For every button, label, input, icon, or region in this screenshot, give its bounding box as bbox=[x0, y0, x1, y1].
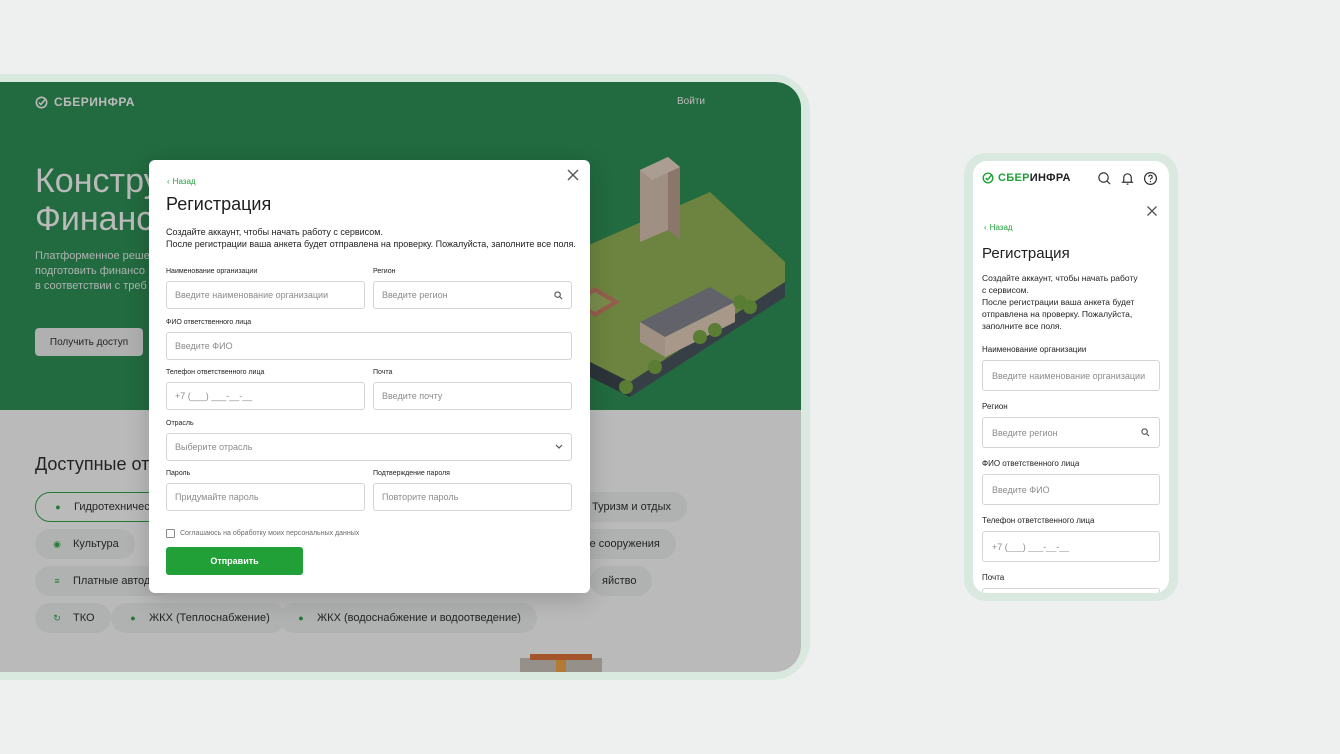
industry-label: Отрасль bbox=[166, 420, 194, 427]
consent-checkbox[interactable]: Соглашаюсь на обработку моих персональны… bbox=[166, 529, 359, 538]
chevron-left-icon: ‹ bbox=[984, 223, 987, 232]
back-label: Назад bbox=[172, 177, 196, 186]
industry-select[interactable]: Выберите отрасль bbox=[166, 433, 572, 461]
fio-input[interactable]: Введите ФИО bbox=[166, 332, 572, 360]
search-icon bbox=[554, 290, 563, 299]
back-link[interactable]: ‹ Назад bbox=[984, 223, 1013, 232]
help-icon[interactable] bbox=[1143, 171, 1158, 186]
mobile-header-icons bbox=[1097, 171, 1158, 186]
mobile-logo[interactable]: СБЕР ИНФРА bbox=[982, 172, 1071, 184]
bell-icon[interactable] bbox=[1120, 171, 1135, 186]
region-placeholder: Введите регион bbox=[382, 290, 448, 300]
email-label: Почта bbox=[373, 369, 393, 376]
email-input[interactable]: Введите почту bbox=[373, 382, 572, 410]
chevron-down-icon bbox=[555, 444, 563, 449]
mobile-screen: СБЕР ИНФРА ‹ Назад Регистрация Создайте ак… bbox=[973, 161, 1169, 593]
confirm-placeholder: Повторите пароль bbox=[382, 492, 459, 502]
password-label: Пароль bbox=[166, 470, 191, 477]
confirm-password-label: Подтверждение пароля bbox=[373, 470, 450, 477]
org-label: Наименование организации bbox=[982, 345, 1087, 354]
org-input[interactable]: Введите наименование организации bbox=[982, 360, 1160, 391]
description-line: заполните все поля. bbox=[982, 321, 1062, 331]
modal-title: Регистрация bbox=[166, 194, 272, 214]
org-label: Наименование организации bbox=[166, 268, 258, 275]
brand-name-dark: ИНФРА bbox=[1029, 172, 1071, 184]
close-icon[interactable] bbox=[566, 168, 580, 182]
org-placeholder: Введите наименование организации bbox=[992, 370, 1146, 381]
region-label: Регион bbox=[373, 268, 396, 275]
description-line: с сервисом. bbox=[982, 285, 1029, 295]
password-input[interactable]: Придумайте пароль bbox=[166, 483, 365, 511]
org-placeholder: Введите наименование организации bbox=[175, 290, 329, 300]
fio-input[interactable]: Введите ФИО bbox=[982, 474, 1160, 505]
region-input[interactable]: Введите регион bbox=[373, 281, 572, 309]
fio-placeholder: Введите ФИО bbox=[992, 484, 1050, 495]
region-input[interactable]: Введите регион bbox=[982, 417, 1160, 448]
chevron-left-icon: ‹ bbox=[167, 177, 170, 186]
fio-label: ФИО ответственного лица bbox=[166, 319, 252, 326]
phone-input[interactable]: +7 (___) ___-__-__ bbox=[982, 531, 1160, 562]
phone-label: Телефон ответственного лица bbox=[982, 516, 1095, 525]
description-line: отправлена на проверку. Пожалуйста, bbox=[982, 309, 1133, 319]
industry-placeholder: Выберите отрасль bbox=[175, 442, 253, 452]
email-placeholder: Введите почту bbox=[382, 391, 443, 401]
back-link[interactable]: ‹ Назад bbox=[167, 177, 196, 186]
search-icon bbox=[1141, 428, 1150, 437]
description-line: После регистрации ваша анкета будет отпр… bbox=[166, 239, 576, 249]
mobile-description: Создайте аккаунт, чтобы начать работу с … bbox=[982, 272, 1152, 332]
search-icon[interactable] bbox=[1097, 171, 1112, 186]
submit-button[interactable]: Отправить bbox=[166, 547, 303, 575]
consent-label: Соглашаюсь на обработку моих персональны… bbox=[180, 530, 360, 537]
org-input[interactable]: Введите наименование организации bbox=[166, 281, 365, 309]
mobile-title: Регистрация bbox=[982, 245, 1070, 262]
description-line: После регистрации ваша анкета будет bbox=[982, 297, 1135, 307]
phone-placeholder: +7 (___) ___-__-__ bbox=[175, 391, 253, 401]
back-label: Назад bbox=[989, 223, 1013, 232]
phone-placeholder: +7 (___) ___-__-__ bbox=[992, 541, 1070, 552]
fio-label: ФИО ответственного лица bbox=[982, 459, 1080, 468]
checkbox-box[interactable] bbox=[166, 529, 175, 538]
brand-name-green: СБЕР bbox=[998, 172, 1030, 184]
phone-label: Телефон ответственного лица bbox=[166, 369, 265, 376]
description-line: Создайте аккаунт, чтобы начать работу bbox=[982, 273, 1138, 283]
phone-input[interactable]: +7 (___) ___-__-__ bbox=[166, 382, 365, 410]
sber-logo-icon bbox=[982, 172, 994, 184]
region-placeholder: Введите регион bbox=[992, 427, 1058, 438]
region-label: Регион bbox=[982, 402, 1008, 411]
email-input[interactable] bbox=[982, 588, 1160, 593]
email-label: Почта bbox=[982, 573, 1005, 582]
confirm-password-input[interactable]: Повторите пароль bbox=[373, 483, 572, 511]
registration-modal: ‹ Назад Регистрация Создайте аккаунт, что… bbox=[149, 160, 590, 593]
fio-placeholder: Введите ФИО bbox=[175, 341, 233, 351]
password-placeholder: Придумайте пароль bbox=[175, 492, 259, 502]
modal-description: Создайте аккаунт, чтобы начать работу с … bbox=[166, 226, 576, 250]
description-line: Создайте аккаунт, чтобы начать работу с … bbox=[166, 227, 383, 237]
close-icon[interactable] bbox=[1146, 205, 1158, 217]
